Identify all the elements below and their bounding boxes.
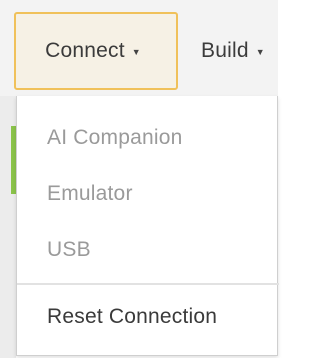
menu-item-usb[interactable]: USB — [47, 238, 91, 262]
build-menu-tab[interactable]: Build ▼ — [201, 12, 291, 90]
menu-item-emulator[interactable]: Emulator — [47, 182, 133, 206]
connect-menu-tab[interactable]: Connect ▼ — [14, 12, 178, 90]
caret-down-icon: ▼ — [255, 47, 265, 57]
connect-menu-label: Connect — [45, 39, 125, 62]
menu-bar: Connect ▼ Build ▼ — [0, 0, 278, 96]
menu-divider — [17, 283, 279, 285]
caret-down-icon: ▼ — [131, 47, 141, 57]
connect-dropdown-menu: AI Companion Emulator USB Reset Connecti… — [16, 96, 279, 356]
menu-item-ai-companion[interactable]: AI Companion — [47, 126, 182, 150]
build-menu-label: Build — [201, 39, 249, 62]
menu-item-reset-connection[interactable]: Reset Connection — [47, 305, 217, 329]
